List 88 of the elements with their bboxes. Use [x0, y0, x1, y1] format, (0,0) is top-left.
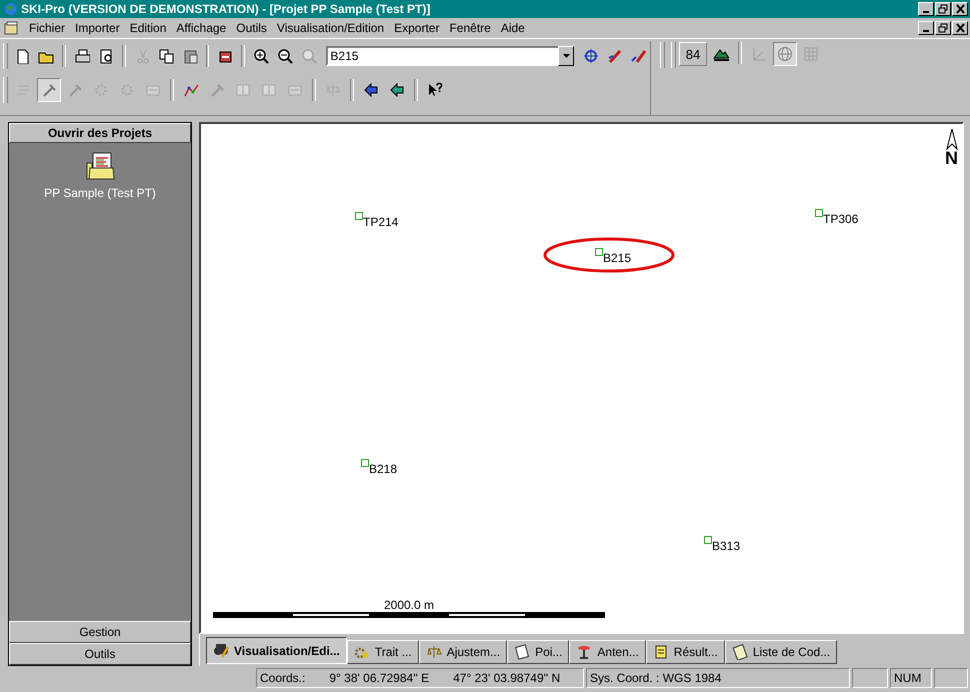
globe-icon: [4, 2, 18, 16]
minimize-icon: [923, 30, 929, 32]
window-title: SKI-Pro (VERSION DE DEMONSTRATION) - [Projet PP Sample (Test PT)]: [21, 2, 432, 16]
scales-icon: [426, 644, 442, 660]
menu-item[interactable]: Fenêtre: [444, 21, 496, 35]
menu-item[interactable]: Affichage: [171, 21, 232, 35]
crosshair-icon: [583, 48, 600, 64]
menu-item[interactable]: Importer: [70, 21, 125, 35]
point-marker-icon[interactable]: [361, 459, 369, 467]
point-marker-icon[interactable]: [815, 209, 823, 217]
clipboard-icon: [732, 644, 748, 660]
tool-icon: [67, 82, 83, 98]
tab[interactable]: Liste de Cod...: [724, 640, 838, 664]
latitude-text: 47° 23' 03.98749'' N: [453, 671, 560, 685]
copy-icon: [158, 48, 174, 64]
project-label[interactable]: PP Sample (Test PT): [44, 186, 156, 200]
restore-icon: [938, 4, 948, 14]
north-arrow-icon: [946, 128, 958, 150]
minimize-button[interactable]: [918, 2, 934, 16]
scale-label: 2000.0 m: [384, 598, 434, 612]
pen-pair-icon: [631, 48, 648, 64]
tab[interactable]: Anten...: [569, 640, 646, 664]
magnifier-icon: [301, 48, 318, 64]
window-pair-icon: [261, 82, 277, 98]
document-restore-button[interactable]: [935, 21, 951, 35]
printer-icon: [74, 48, 90, 64]
back-arrow-icon: [389, 82, 405, 98]
sidebar-button[interactable]: Outils: [9, 643, 191, 665]
coords-label: Coords.:: [260, 671, 306, 685]
point-field[interactable]: B215: [326, 46, 558, 66]
document-close-button[interactable]: [952, 21, 968, 35]
tab[interactable]: Ajustem...: [418, 640, 508, 664]
tab[interactable]: Visualisation/Edi...: [206, 637, 347, 664]
tool-button[interactable]: [37, 78, 61, 102]
point-marker-icon[interactable]: [355, 212, 363, 220]
report-icon: [652, 644, 669, 660]
point-label: B218: [369, 462, 398, 476]
point-marker-icon[interactable]: [704, 536, 712, 544]
longitude-text: 9° 38' 06.72984'' E: [329, 671, 430, 685]
clipboard-icon: [182, 48, 198, 64]
window-pair-icon: [235, 82, 251, 98]
globe-grid-icon: [777, 46, 793, 62]
menu-item[interactable]: Fichier: [24, 21, 70, 35]
menu-item[interactable]: Edition: [124, 21, 172, 35]
print-preview-icon: [98, 48, 114, 64]
sidebar-button[interactable]: Gestion: [9, 621, 191, 643]
menu-item[interactable]: Aide: [496, 21, 530, 35]
status-pane: [934, 668, 968, 688]
menu-item[interactable]: Visualisation/Edition: [272, 21, 390, 35]
tab[interactable]: Poi...: [507, 640, 570, 664]
tab[interactable]: Résult...: [646, 640, 725, 664]
sidebar-header[interactable]: Ouvrir des Projets: [9, 123, 191, 143]
status-pane: [852, 668, 888, 688]
tool-icon: [209, 82, 225, 98]
point-label: B313: [712, 539, 740, 553]
grid-icon: [803, 46, 819, 62]
project-folder-icon[interactable]: [84, 151, 116, 181]
epoch-button[interactable]: 84: [679, 42, 707, 66]
globe-button[interactable]: [773, 42, 797, 66]
axes-icon: [751, 46, 767, 62]
document-icon: [4, 21, 20, 35]
tab[interactable]: Trait ...: [346, 640, 419, 664]
document-minimize-button[interactable]: [918, 21, 934, 35]
close-button[interactable]: [952, 2, 968, 16]
dropdown-arrow-icon: [562, 54, 570, 58]
zoom-out-icon: [277, 48, 294, 64]
num-lock-indicator: NUM: [890, 668, 932, 688]
chart-icon: [183, 82, 199, 98]
point-label: B215: [603, 251, 632, 265]
close-icon: [954, 4, 966, 14]
tool-icon: [41, 82, 57, 98]
point-marker-icon[interactable]: [595, 248, 603, 256]
north-label: N: [945, 150, 958, 166]
sheet-icon: [514, 644, 530, 660]
dropdown-button[interactable]: [558, 46, 574, 66]
coordinate-system-text: Sys. Coord. : WGS 1984: [586, 668, 850, 688]
pen-icon: [607, 48, 624, 64]
zoom-in-icon: [253, 48, 270, 64]
help-pointer-icon: [427, 82, 443, 98]
menu-item[interactable]: Exporter: [389, 21, 444, 35]
point-label: TP306: [823, 212, 858, 226]
close-icon: [954, 23, 966, 33]
menu-item[interactable]: Outils: [231, 21, 272, 35]
restore-button[interactable]: [935, 2, 951, 16]
point-label: TP214: [363, 215, 398, 229]
minimize-icon: [923, 11, 929, 13]
restore-icon: [938, 23, 948, 33]
left-arrow-icon: [363, 82, 379, 98]
